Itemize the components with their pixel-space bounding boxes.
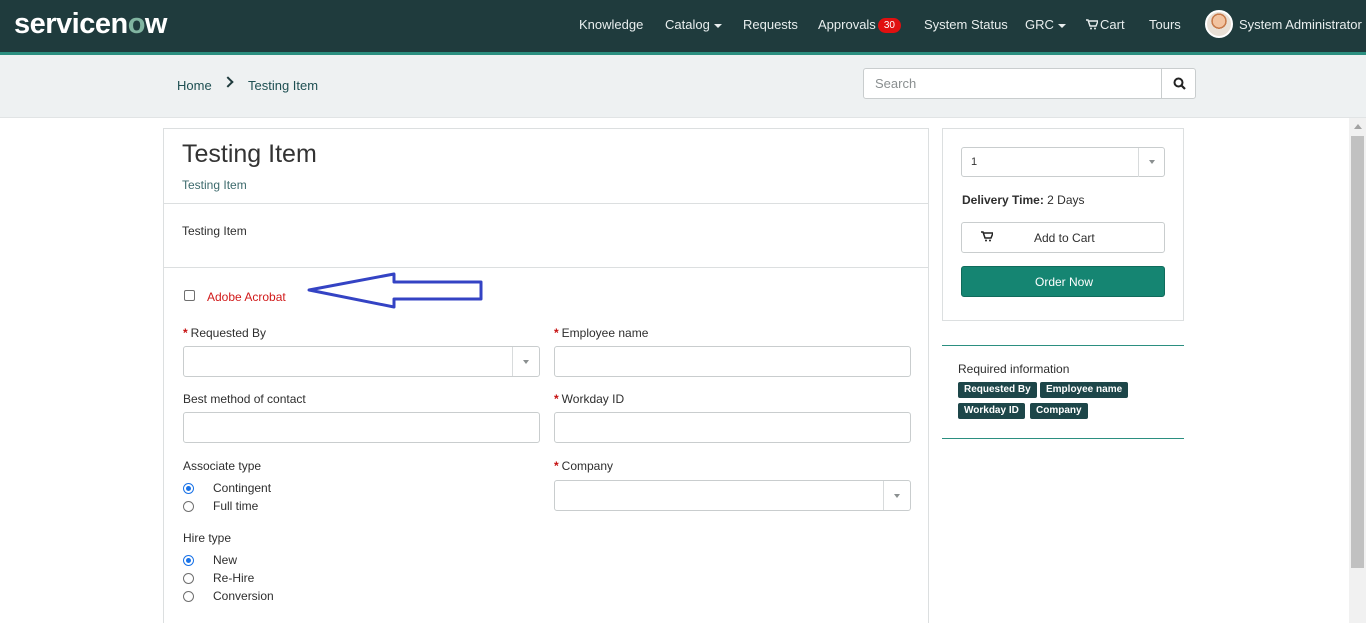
required-chip[interactable]: Company <box>1030 403 1088 419</box>
associate-contingent-radio[interactable] <box>183 483 194 494</box>
search-icon <box>1173 77 1186 90</box>
company-select[interactable] <box>554 480 911 511</box>
associate-option-label[interactable]: Full time <box>213 499 258 513</box>
hire-rehire-radio[interactable] <box>183 573 194 584</box>
hire-new-radio[interactable] <box>183 555 194 566</box>
requested-by-select[interactable] <box>183 346 540 377</box>
employee-name-field[interactable] <box>554 346 911 377</box>
hire-option-label[interactable]: Re-Hire <box>213 571 254 585</box>
breadcrumb-current[interactable]: Testing Item <box>248 78 318 93</box>
item-description: Testing Item <box>182 224 247 238</box>
chevron-down-icon <box>1057 23 1066 28</box>
cart-icon <box>981 231 993 242</box>
delivery-time: Delivery Time: 2 Days <box>962 193 1085 207</box>
required-chip[interactable]: Workday ID <box>958 403 1025 419</box>
servicenow-logo[interactable]: servicenow <box>14 8 167 41</box>
required-marker: * <box>183 326 188 340</box>
required-info-bottom-line <box>942 438 1184 439</box>
breadcrumb-home[interactable]: Home <box>177 78 212 93</box>
adobe-acrobat-label[interactable]: Adobe Acrobat <box>207 290 286 304</box>
required-info-top-line <box>942 345 1184 346</box>
approvals-count-badge: 30 <box>877 18 901 33</box>
adobe-acrobat-checkbox[interactable] <box>184 290 195 301</box>
required-marker: * <box>554 459 559 473</box>
nav-approvals[interactable]: Approvals 30 <box>818 17 901 33</box>
chevron-down-icon <box>894 494 900 498</box>
user-avatar[interactable] <box>1205 10 1233 38</box>
best-contact-label: Best method of contact <box>183 392 306 406</box>
nav-user-menu[interactable]: System Administrator <box>1239 17 1362 32</box>
order-now-label[interactable]: Order Now <box>1035 275 1093 289</box>
scroll-up-icon[interactable] <box>1354 124 1362 129</box>
hire-option-label[interactable]: Conversion <box>213 589 274 603</box>
nav-cart[interactable]: Cart <box>1086 17 1125 32</box>
select-divider <box>1138 148 1139 177</box>
nav-grc[interactable]: GRC <box>1025 17 1066 32</box>
chevron-down-icon <box>523 360 529 364</box>
nav-system-status[interactable]: System Status <box>924 17 1008 32</box>
employee-name-label: * Employee name <box>554 326 649 340</box>
chevron-down-icon <box>1149 160 1155 164</box>
associate-option-label[interactable]: Contingent <box>213 481 271 495</box>
nav-catalog[interactable]: Catalog <box>665 17 722 32</box>
item-title: Testing Item <box>182 140 317 168</box>
required-marker: * <box>554 326 559 340</box>
select-divider <box>512 347 513 376</box>
required-info-title: Required information <box>958 362 1070 376</box>
hire-option-label[interactable]: New <box>213 553 237 567</box>
search-button[interactable] <box>1161 68 1196 99</box>
hire-type-label: Hire type <box>183 531 232 545</box>
hire-conversion-radio[interactable] <box>183 591 194 602</box>
workday-id-label: * Workday ID <box>554 392 625 406</box>
quantity-select[interactable]: 1 <box>961 147 1165 177</box>
nav-knowledge[interactable]: Knowledge <box>579 17 643 32</box>
annotation-arrow-icon <box>307 272 483 309</box>
nav-requests[interactable]: Requests <box>743 17 798 32</box>
required-chip[interactable]: Requested By <box>958 382 1037 398</box>
requested-by-label: * Requested By <box>183 326 267 340</box>
workday-id-field[interactable] <box>554 412 911 443</box>
add-to-cart-label[interactable]: Add to Cart <box>1034 231 1095 245</box>
search-input[interactable] <box>863 68 1162 99</box>
item-short-description: Testing Item <box>182 178 247 192</box>
quantity-value: 1 <box>971 156 978 168</box>
company-label: * Company <box>554 459 614 473</box>
scrollbar-thumb[interactable] <box>1351 136 1364 568</box>
cart-icon <box>1086 19 1100 30</box>
divider <box>164 203 928 204</box>
required-marker: * <box>554 392 559 406</box>
chevron-down-icon <box>713 23 722 28</box>
select-divider <box>883 481 884 510</box>
associate-type-label: Associate type <box>183 459 262 473</box>
required-chip[interactable]: Employee name <box>1040 382 1129 398</box>
nav-tours[interactable]: Tours <box>1149 17 1181 32</box>
best-contact-field[interactable] <box>183 412 540 443</box>
associate-fulltime-radio[interactable] <box>183 501 194 512</box>
divider <box>164 267 928 268</box>
